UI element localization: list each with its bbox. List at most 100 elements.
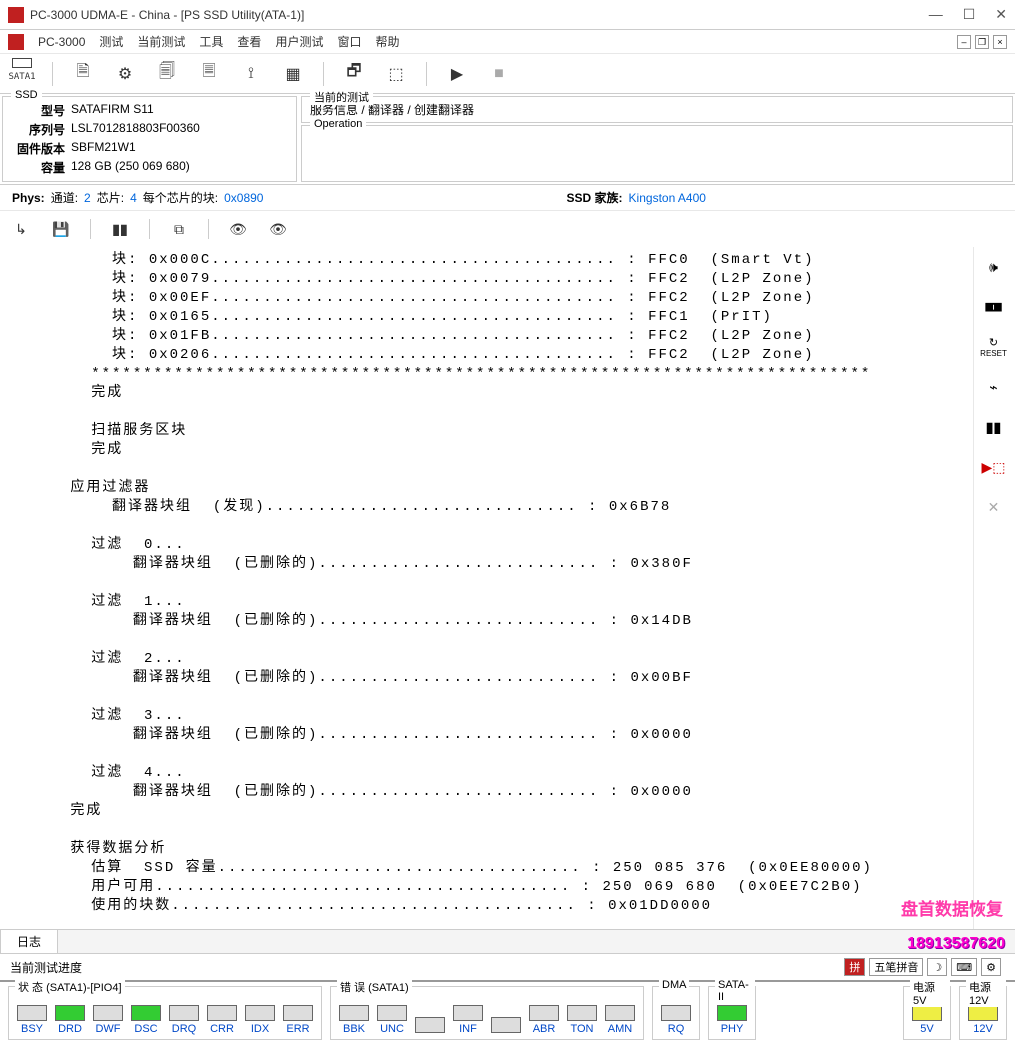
led-amn: AMN [603, 1005, 637, 1035]
progress-bar: 当前测试进度 拼 五笔拼音 ☽ ⌨ ⚙ [0, 953, 1015, 980]
tool-docs-icon[interactable]: 🗏 [197, 62, 221, 86]
current-test-group: 当前的测试 服务信息 / 翻译器 / 创建翻译器 [301, 96, 1013, 123]
sata1-button[interactable]: SATA1 [10, 62, 34, 86]
tab-bar: 日志 18913587620 [0, 929, 1015, 953]
toolbar-separator [90, 219, 91, 239]
mdi-minimize-button[interactable]: – [957, 35, 971, 49]
led-unc: UNC [375, 1005, 409, 1035]
led-label: IDX [251, 1023, 269, 1035]
tool-hex-icon[interactable]: ⬚ [384, 62, 408, 86]
menu-window[interactable]: 窗口 [337, 33, 361, 50]
tool-ruler-icon[interactable]: ⟟ [239, 62, 263, 86]
status-power5v-group: 电源 5V 5V [903, 986, 951, 1040]
blk-label: 每个芯片的块: [143, 189, 218, 206]
power-icon[interactable]: ⌁ [980, 373, 1008, 401]
led-label: ERR [286, 1023, 309, 1035]
led-label: DRD [58, 1023, 82, 1035]
save-button[interactable]: 💾 [50, 218, 72, 240]
led-bsy: BSY [15, 1005, 49, 1035]
pause-button[interactable]: ▮▮ [109, 218, 131, 240]
status-power12v-group: 电源 12V 12V [959, 986, 1007, 1040]
play-button[interactable]: ▶ [445, 62, 469, 86]
ssd-legend: SSD [11, 89, 42, 101]
maximize-button[interactable]: ☐ [963, 6, 976, 23]
find-next-button[interactable]: 👁 [267, 218, 289, 240]
menu-test[interactable]: 测试 [99, 33, 123, 50]
led-indicator [605, 1005, 635, 1021]
ime-moon-icon[interactable]: ☽ [927, 958, 947, 976]
tab-log[interactable]: 日志 [0, 929, 58, 953]
led-indicator [17, 1005, 47, 1021]
tool-doc-icon[interactable]: 🗎 [71, 62, 95, 86]
led-label: 5V [920, 1023, 933, 1035]
stop-button[interactable]: ■ [487, 62, 511, 86]
find-button[interactable]: 👁 [227, 218, 249, 240]
toolbar-separator [208, 219, 209, 239]
mdi-close-button[interactable]: × [993, 35, 1007, 49]
app-icon [8, 7, 24, 23]
watermark-phone: 18913587620 [907, 935, 1015, 953]
ime-settings-icon[interactable]: ⚙ [981, 958, 1001, 976]
ime-bar: 拼 五笔拼音 ☽ ⌨ ⚙ [840, 958, 1005, 976]
log-output[interactable]: 块: 0x000C...............................… [0, 247, 973, 929]
led-indicator [245, 1005, 275, 1021]
tool-gear-icon[interactable]: ⚙ [113, 62, 137, 86]
window-title: PC-3000 UDMA-E - China - [PS SSD Utility… [30, 8, 929, 22]
menu-help[interactable]: 帮助 [375, 33, 399, 50]
led-12v: 12V [966, 1005, 1000, 1035]
fw-value: SBFM21W1 [71, 140, 136, 157]
pause2-button[interactable]: ▮▮ [980, 413, 1008, 441]
led-indicator [661, 1005, 691, 1021]
tool-copy-icon[interactable]: 🗐 [155, 62, 179, 86]
tool-grid-icon[interactable]: ▦ [281, 62, 305, 86]
led-label: INF [459, 1023, 477, 1035]
reset-button[interactable]: ↻RESET [980, 333, 1008, 361]
right-toolbar: 🕪 🀰 ↻RESET ⌁ ▮▮ ▶⬚ ✕ [973, 247, 1013, 929]
wrench-icon[interactable]: ✕ [980, 493, 1008, 521]
led-indicator [339, 1005, 369, 1021]
ime-indicator-icon[interactable]: 拼 [844, 958, 865, 976]
export-button[interactable]: ↳ [10, 218, 32, 240]
led-indicator [453, 1005, 483, 1021]
channel-label: 通道: [51, 189, 78, 206]
menu-view[interactable]: 查看 [237, 33, 261, 50]
ime-mode[interactable]: 五笔拼音 [869, 958, 923, 976]
led-label: DWF [95, 1023, 120, 1035]
ime-keyboard-icon[interactable]: ⌨ [951, 958, 977, 976]
chip-icon[interactable]: 🀰 [980, 293, 1008, 321]
chip2-icon[interactable]: ▶⬚ [980, 453, 1008, 481]
menu-tools[interactable]: 工具 [199, 33, 223, 50]
minimize-button[interactable]: — [929, 6, 943, 23]
led-indicator [131, 1005, 161, 1021]
main-area: 块: 0x000C...............................… [0, 247, 1015, 929]
pw12-legend: 电源 12V [966, 979, 1006, 1007]
mdi-restore-button[interactable]: ❐ [975, 35, 989, 49]
copy-button[interactable]: ⧉ [168, 218, 190, 240]
operation-legend: Operation [310, 118, 366, 130]
led-drq: DRQ [167, 1005, 201, 1035]
close-button[interactable]: ✕ [995, 6, 1007, 23]
led-label: CRR [210, 1023, 234, 1035]
sata2-legend: SATA-II [715, 979, 755, 1003]
speaker-icon[interactable]: 🕪 [980, 253, 1008, 281]
capacity-label: 容量 [11, 159, 71, 176]
led-label: 12V [973, 1023, 993, 1035]
led-5v: 5V [910, 1005, 944, 1035]
log-toolbar: ↳ 💾 ▮▮ ⧉ 👁 👁 [0, 211, 1015, 247]
titlebar: PC-3000 UDMA-E - China - [PS SSD Utility… [0, 0, 1015, 30]
led-label: DSC [134, 1023, 157, 1035]
error-legend: 错 误 (SATA1) [337, 979, 412, 995]
status-bar: 状 态 (SATA1)-[PIO4] BSYDRDDWFDSCDRQCRRIDX… [0, 980, 1015, 1044]
led-indicator [415, 1017, 445, 1033]
menu-current-test[interactable]: 当前测试 [137, 33, 185, 50]
tool-cascade-icon[interactable]: 🗗 [342, 62, 366, 86]
led-label: DRQ [172, 1023, 196, 1035]
led- [413, 1017, 447, 1035]
menu-app[interactable]: PC-3000 [38, 35, 85, 49]
menu-user-test[interactable]: 用户测试 [275, 33, 323, 50]
toolbar-separator [323, 62, 324, 86]
ssd-family-value: Kingston A400 [629, 191, 706, 205]
app-icon-small [8, 34, 24, 50]
led-indicator [283, 1005, 313, 1021]
model-label: 型号 [11, 102, 71, 119]
